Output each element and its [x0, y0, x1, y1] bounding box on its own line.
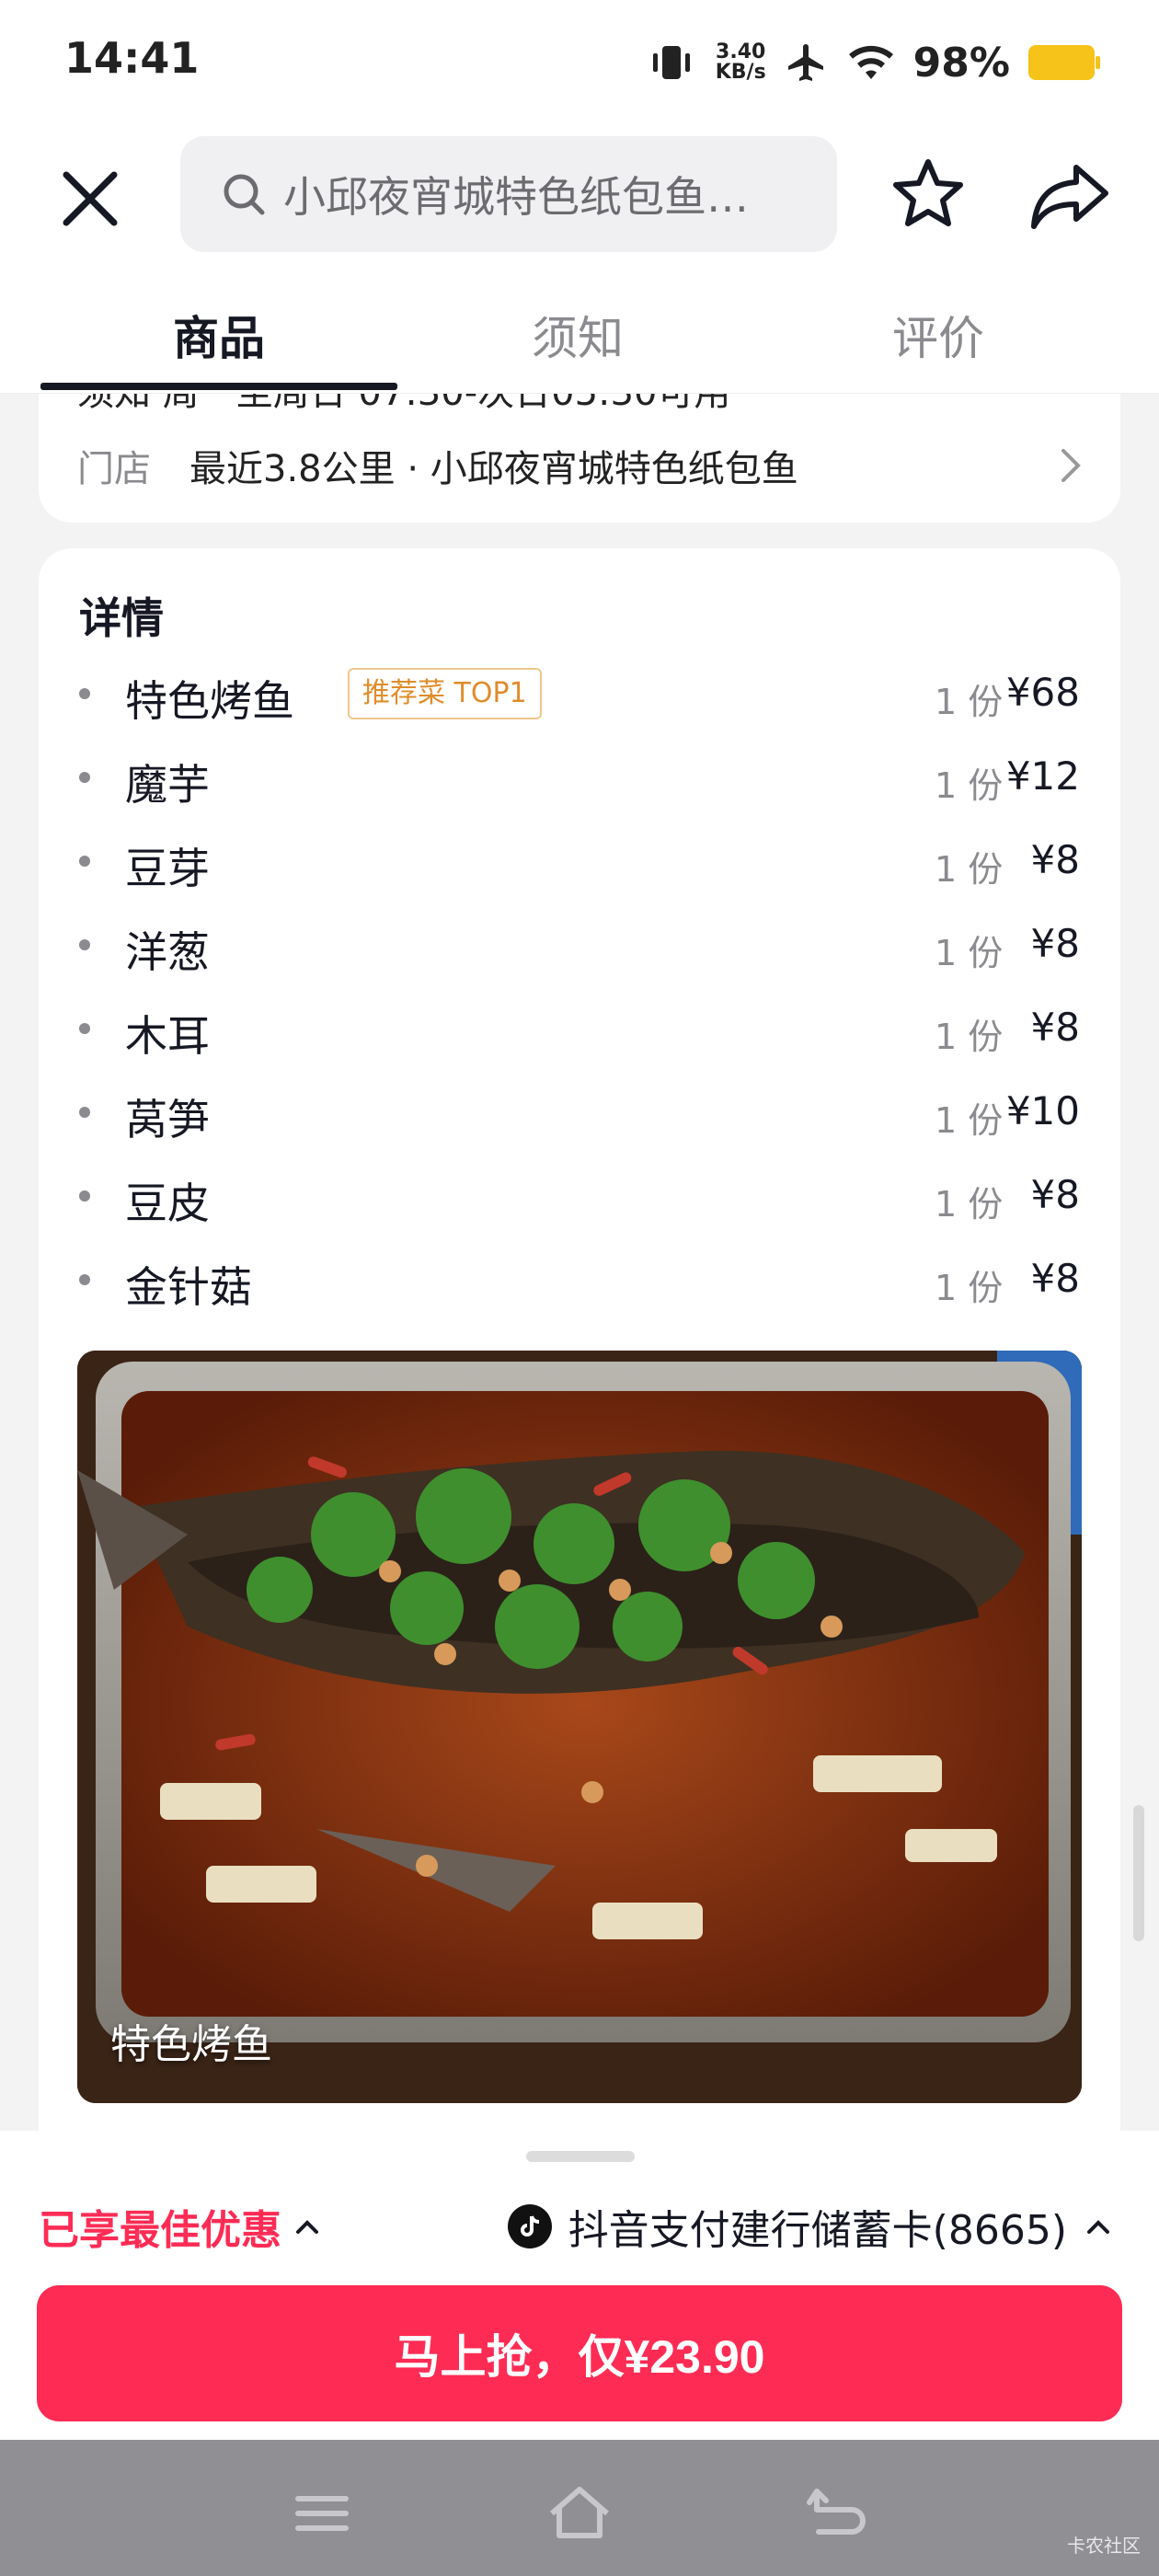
dish-qty: 1 份: [935, 765, 1004, 806]
tab-active-indicator: [40, 383, 397, 390]
dish-row: 魔芋 1 份 ¥12: [79, 739, 1080, 812]
dish-qty: 1 份: [935, 1017, 1004, 1057]
douyin-icon: [507, 2204, 552, 2248]
dish-price: ¥8: [1030, 1005, 1080, 1050]
system-nav-bar: 卡农社区: [0, 2440, 1159, 2576]
dish-price: ¥12: [1005, 753, 1080, 799]
vibrate-icon: [652, 46, 690, 79]
battery-icon: [1028, 45, 1100, 80]
dish-price: ¥8: [1030, 921, 1080, 966]
dish-qty: 1 份: [935, 1184, 1004, 1225]
home-icon[interactable]: [543, 2477, 616, 2550]
scrollbar[interactable]: [1133, 1805, 1144, 1941]
bullet: [79, 939, 90, 950]
notice-row-text: 须知 周一至周日 07:30-次日05:30可用: [77, 394, 730, 414]
status-bar: 14:41 3.40 KB/s 98%: [0, 0, 1159, 125]
battery-percent: 98%: [912, 39, 1010, 86]
chevron-up-icon: [1087, 2220, 1109, 2234]
chevron-right-icon: [1061, 449, 1081, 482]
bullet: [79, 772, 90, 783]
bullet: [79, 1274, 90, 1285]
store-value: 最近3.8公里 · 小邱夜宵城特色纸包鱼: [189, 448, 798, 490]
close-icon[interactable]: [53, 162, 127, 236]
top-header: 小邱夜宵城特色纸包鱼…: [0, 125, 1159, 269]
share-icon[interactable]: [1028, 156, 1111, 236]
star-icon[interactable]: [889, 155, 968, 234]
photo-caption: 特色烤鱼: [110, 2021, 272, 2068]
dish-row: 金针菇 1 份 ¥8: [79, 1241, 1080, 1315]
wifi-icon: [848, 45, 893, 79]
dish-qty: 1 份: [935, 1100, 1004, 1141]
recommend-badge: 推荐菜 TOP1: [348, 668, 542, 719]
grilled-fish-image: [77, 1351, 1082, 2103]
search-icon: [224, 174, 265, 215]
dish-name: 豆皮: [125, 1179, 210, 1228]
dish-price: ¥8: [1030, 837, 1080, 882]
dish-name: 特色烤鱼: [125, 676, 294, 726]
network-speed: 3.40 KB/s: [716, 42, 766, 83]
dish-row: 洋葱 1 份 ¥8: [79, 906, 1080, 980]
bullet: [79, 856, 90, 867]
payment-text: 抖音支付建行储蓄卡(8665): [568, 2207, 1067, 2254]
notice-row[interactable]: 须知 周一至周日 07:30-次日05:30可用 ›: [77, 394, 1113, 416]
dish-name: 魔芋: [125, 760, 210, 810]
dish-price: ¥8: [1030, 1256, 1080, 1301]
info-card: 须知 周一至周日 07:30-次日05:30可用 › 门店 最近3.8公里 · …: [39, 394, 1120, 523]
bullet: [79, 1023, 90, 1034]
bullet: [79, 688, 90, 699]
tab-notice[interactable]: 须知: [532, 302, 624, 368]
network-speed-value: 3.40: [716, 40, 766, 63]
network-speed-unit: KB/s: [715, 61, 766, 84]
chevron-up-icon: [296, 2220, 318, 2234]
status-time: 14:41: [64, 33, 200, 83]
dish-row: 木耳 1 份 ¥8: [79, 990, 1080, 1064]
dish-name: 洋葱: [125, 927, 210, 977]
dish-name: 木耳: [125, 1011, 210, 1061]
dish-row: 特色烤鱼 推荐菜 TOP1 1 份 ¥68: [79, 655, 1080, 729]
bullet: [79, 1107, 90, 1118]
discount-toggle[interactable]: 已享最佳优惠: [39, 2197, 324, 2256]
tab-goods[interactable]: 商品: [173, 302, 265, 368]
menu-icon[interactable]: [285, 2477, 359, 2550]
bullet: [79, 1190, 90, 1202]
dish-photo[interactable]: 特色烤鱼: [77, 1351, 1082, 2103]
dish-price: ¥8: [1030, 1172, 1080, 1217]
status-icons: 3.40 KB/s 98%: [646, 33, 1100, 92]
dish-qty: 1 份: [935, 682, 1004, 722]
dish-name: 豆芽: [125, 844, 210, 893]
details-card: 详情 特色烤鱼 推荐菜 TOP1 1 份 ¥68 魔芋 1 份 ¥12 豆芽 1…: [39, 548, 1120, 2131]
dish-price: ¥10: [1005, 1088, 1080, 1133]
store-label: 门店: [77, 448, 151, 490]
purchase-panel: 已享最佳优惠 抖音支付建行储蓄卡(8665) 马上抢，仅¥23.90: [0, 2131, 1159, 2440]
back-icon[interactable]: [800, 2477, 874, 2550]
store-row[interactable]: 门店 最近3.8公里 · 小邱夜宵城特色纸包鱼: [77, 438, 1089, 493]
dish-price: ¥68: [1005, 670, 1080, 715]
tab-bar: 商品 须知 评价: [0, 269, 1159, 394]
dish-qty: 1 份: [935, 849, 1004, 890]
dish-qty: 1 份: [935, 933, 1004, 973]
search-text: 小邱夜宵城特色纸包鱼…: [283, 172, 749, 222]
drag-handle[interactable]: [526, 2151, 635, 2162]
dish-name: 莴笋: [125, 1095, 210, 1144]
promo-text: 已享最佳优惠: [39, 2207, 281, 2254]
dish-qty: 1 份: [935, 1268, 1004, 1308]
chevron-right-icon: ›: [1098, 394, 1113, 405]
details-title: 详情: [79, 593, 164, 643]
airplane-icon: [787, 44, 823, 81]
tab-reviews[interactable]: 评价: [892, 302, 984, 368]
dish-row: 莴笋 1 份 ¥10: [79, 1074, 1080, 1147]
search-input[interactable]: 小邱夜宵城特色纸包鱼…: [180, 136, 837, 252]
payment-method-selector[interactable]: 抖音支付建行储蓄卡(8665): [507, 2197, 1115, 2256]
dish-name: 金针菇: [125, 1262, 252, 1312]
dish-row: 豆皮 1 份 ¥8: [79, 1157, 1080, 1231]
watermark: 卡农社区: [1067, 2535, 1141, 2557]
buy-now-button[interactable]: 马上抢，仅¥23.90: [37, 2285, 1122, 2421]
dish-row: 豆芽 1 份 ¥8: [79, 822, 1080, 896]
